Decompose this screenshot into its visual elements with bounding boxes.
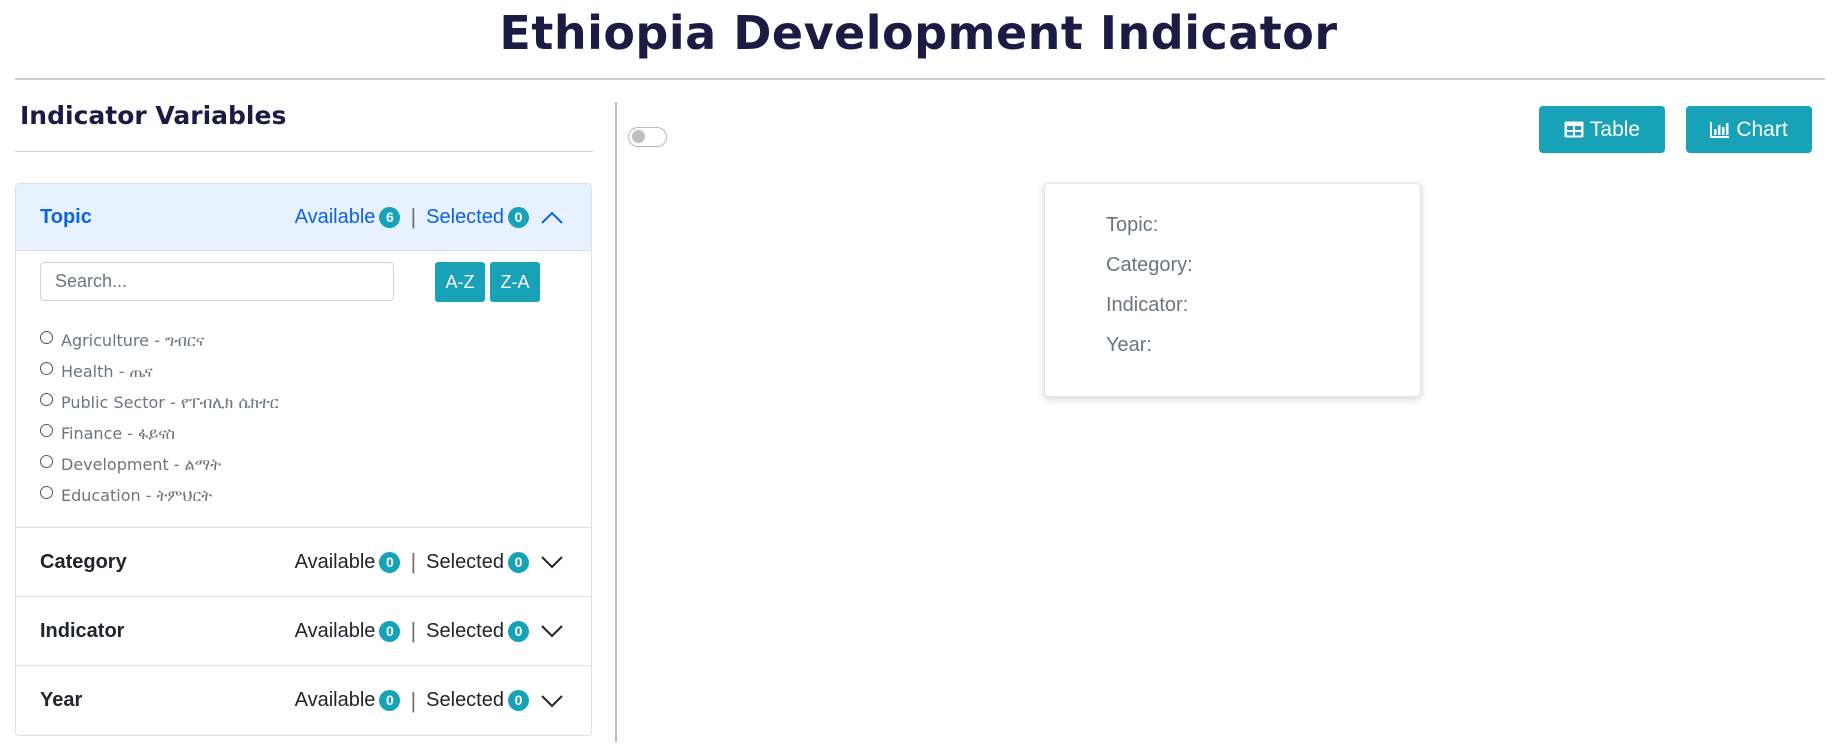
topic-option-label: Education - ትምህርት [61,485,213,505]
available-label: Available [294,550,376,573]
radio-button[interactable] [40,393,53,406]
selected-label: Selected [426,619,504,642]
counts-separator: | [410,204,417,229]
topic-option[interactable]: Agriculture - ግብርና [40,325,279,356]
table-button-label: Table [1589,117,1641,141]
accordion-header-indicator[interactable]: Indicator Available 0 | Selected 0 [16,597,591,666]
section-name: Category [40,550,127,573]
topic-option[interactable]: Public Sector - የፐብሊክ ሴክተር [40,387,279,418]
radio-button[interactable] [40,486,53,499]
toggle-knob [632,130,645,143]
available-count-badge: 0 [379,620,401,642]
selected-count-badge: 0 [508,690,529,711]
available-label: Available [294,619,376,642]
sidebar-title-divider [15,151,593,152]
category-summary-label: Category: [1106,254,1193,276]
topic-option[interactable]: Development - ልማት [40,449,279,480]
topic-summary-label: Topic: [1106,214,1159,236]
accordion-header-year[interactable]: Year Available 0 | Selected 0 [16,666,591,735]
selected-label: Selected [426,205,504,228]
selection-summary-card: Topic: Category: Indicator: Year: [1044,183,1421,397]
topic-options-list: Agriculture - ግብርና Health - ጤና Public Se… [40,325,279,511]
chevron-down-icon [541,556,563,569]
section-counts: Available 6 | Selected 0 [295,204,565,230]
bar-chart-icon [1710,122,1730,138]
radio-button[interactable] [40,455,53,468]
page-title: Ethiopia Development Indicator [499,6,1338,60]
table-view-button[interactable]: Table [1539,106,1665,153]
year-summary-label: Year: [1106,334,1152,356]
topic-option-label: Agriculture - ግብርና [61,330,205,350]
chart-view-button[interactable]: Chart [1686,106,1812,153]
section-name: Indicator [40,619,125,642]
section-name: Topic [40,205,92,228]
chevron-up-icon [541,211,563,224]
counts-separator: | [410,687,417,713]
radio-button[interactable] [40,424,53,437]
title-divider [15,78,1825,80]
available-count-badge: 0 [379,551,401,573]
topic-option-label: Public Sector - የፐብሊክ ሴክተር [61,392,279,412]
table-icon [1564,121,1584,138]
topic-panel: A-Z Z-A Agriculture - ግብርና Health - ጤና P… [16,251,591,528]
counts-separator: | [410,618,417,643]
selected-count-badge: 0 [508,206,529,228]
selected-count-badge: 0 [508,551,529,573]
chevron-down-icon [541,694,563,707]
sidebar-title: Indicator Variables [20,101,287,130]
section-counts: Available 0 | Selected 0 [295,549,565,575]
accordion-header-topic[interactable]: Topic Available 6 | Selected 0 [16,184,591,251]
panel-divider [615,102,617,742]
available-count-badge: 6 [379,206,401,228]
topic-option-label: Finance - ፋይናስ [61,423,176,443]
available-label: Available [294,689,376,711]
chart-button-label: Chart [1736,117,1788,141]
chevron-down-icon [541,625,563,638]
selected-label: Selected [426,689,504,711]
accordion-header-category[interactable]: Category Available 0 | Selected 0 [16,528,591,597]
selected-count-badge: 0 [508,620,529,642]
topic-search-input[interactable] [40,262,394,301]
indicator-summary-label: Indicator: [1106,294,1189,316]
topic-option[interactable]: Education - ትምህርት [40,480,279,511]
counts-separator: | [410,549,417,574]
sort-az-button[interactable]: A-Z [435,262,485,302]
available-count-badge: 0 [379,690,401,711]
radio-button[interactable] [40,362,53,375]
topic-option-label: Development - ልማት [61,454,222,474]
view-toggle-switch[interactable] [628,127,667,147]
selected-label: Selected [426,550,504,573]
available-label: Available [294,205,376,228]
radio-button[interactable] [40,331,53,344]
section-name: Year [40,689,83,711]
section-counts: Available 0 | Selected 0 [295,688,565,714]
variables-accordion: Topic Available 6 | Selected 0 A-Z Z-A A… [15,183,592,736]
sort-za-button[interactable]: Z-A [490,262,540,302]
topic-option[interactable]: Finance - ፋይናስ [40,418,279,449]
section-counts: Available 0 | Selected 0 [295,618,565,644]
topic-option-label: Health - ጤና [61,361,153,381]
topic-option[interactable]: Health - ጤና [40,356,279,387]
